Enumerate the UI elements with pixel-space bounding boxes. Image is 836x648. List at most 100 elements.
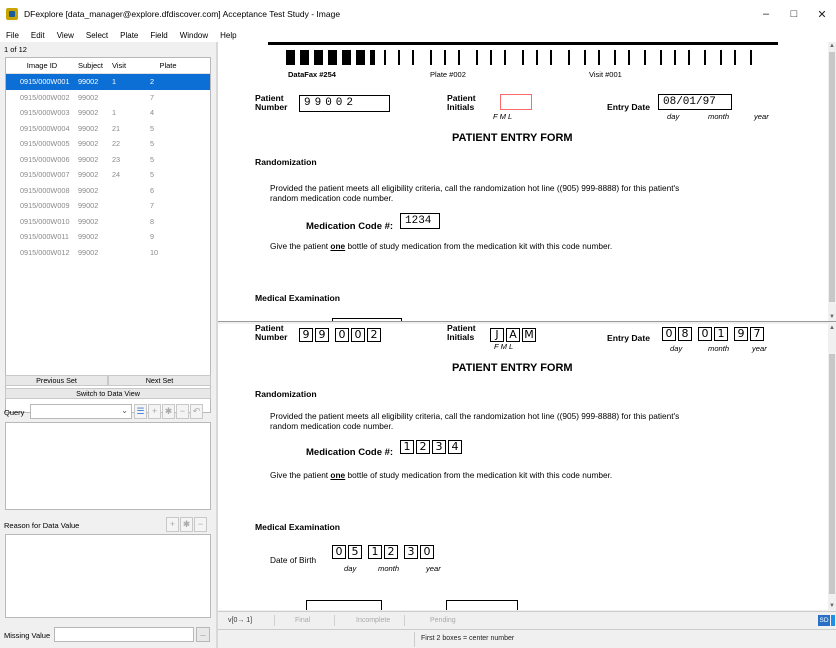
menu-field[interactable]: Field — [144, 31, 173, 40]
menu-select[interactable]: Select — [80, 31, 114, 40]
next-set-button[interactable]: Next Set — [108, 375, 211, 386]
image-list-row[interactable]: 0915/000W002 99002 7 — [6, 90, 210, 106]
dob-label: Date of Birth — [270, 555, 317, 565]
barcode-bar — [674, 50, 676, 65]
image-list[interactable]: Image ID Subject Visit Plate 0915/000W00… — [5, 57, 211, 413]
give-text-post: bottle of study medication from the medi… — [345, 241, 613, 251]
image-list-row[interactable]: 0915/000W010 99002 8 — [6, 214, 210, 230]
initial-cell: M — [522, 328, 536, 342]
query-toolbar: ☰ + ✱ − ↶ — [134, 404, 203, 419]
sd-chip[interactable]: SD — [818, 615, 830, 626]
image-list-row[interactable]: 0915/000W005 99002 22 5 — [6, 136, 210, 152]
plate-cell: 10 — [150, 247, 159, 257]
query-text-area[interactable] — [5, 422, 211, 510]
dob-field: 0 5 1 2 3 0 — [332, 545, 436, 559]
image-id-cell: 0915/000W011 — [20, 232, 69, 242]
field-range-indicator: v[0→ 1] — [228, 617, 253, 624]
switch-to-data-view-button[interactable]: Switch to Data View — [5, 388, 211, 399]
edit-query-icon[interactable]: ✱ — [162, 404, 175, 419]
subject-cell: 99002 — [78, 247, 99, 257]
status-pending-button[interactable]: Pending — [430, 617, 456, 624]
barcode-bar — [398, 50, 400, 65]
add-reason-icon[interactable]: + — [166, 517, 179, 532]
code-cell: 3 — [432, 440, 446, 454]
scroll-up-icon[interactable]: ▲ — [828, 42, 836, 50]
image-list-row[interactable]: 0915/000W007 99002 24 5 — [6, 167, 210, 183]
image-list-row[interactable]: 0915/000W003 99002 1 4 — [6, 105, 210, 121]
patient-number-field[interactable]: 99002 — [299, 95, 390, 112]
barcode-bar — [550, 50, 552, 65]
barcode-bar — [430, 50, 432, 65]
column-subject[interactable]: Subject — [78, 61, 112, 70]
scroll-down-icon[interactable]: ▼ — [828, 313, 836, 321]
column-image-id[interactable]: Image ID — [6, 61, 78, 70]
close-button[interactable]: ✕ — [808, 0, 836, 28]
image-list-row[interactable]: 0915/000W009 99002 7 — [6, 198, 210, 214]
barcode-bar — [342, 50, 351, 65]
missing-value-input[interactable] — [54, 627, 194, 642]
give-text-one: one — [330, 241, 346, 251]
reason-text-area[interactable] — [5, 534, 211, 618]
dob-cell: 5 — [348, 545, 362, 559]
top-pane-scrollbar[interactable]: ▲ ▼ — [828, 42, 836, 321]
entry-date-field[interactable]: 08/01/97 — [658, 94, 732, 110]
medication-code-field[interactable]: 1234 — [400, 213, 440, 229]
image-list-row[interactable]: 0915/000W011 99002 9 — [6, 229, 210, 245]
status-divider — [334, 615, 335, 626]
scroll-thumb[interactable] — [829, 354, 835, 594]
initials-hint: F M L — [493, 112, 513, 121]
maximize-button[interactable]: □ — [780, 0, 808, 28]
column-visit[interactable]: Visit — [112, 61, 138, 70]
visit-cell: 21 — [112, 123, 121, 133]
barcode-bar — [598, 50, 600, 65]
status-final-button[interactable]: Final — [295, 617, 310, 624]
visit-cell: 1 — [112, 77, 117, 87]
visit-cell: 1 — [112, 108, 117, 118]
add-query-icon[interactable]: + — [148, 404, 161, 419]
scroll-down-icon[interactable]: ▼ — [828, 602, 836, 610]
plate-cell: 5 — [150, 154, 155, 164]
date-cell: 8 — [678, 327, 692, 341]
image-list-row[interactable]: 0915/000W001 99002 1 2 — [6, 74, 210, 90]
image-list-row[interactable]: 0915/000W012 99002 10 — [6, 245, 210, 261]
digit-cell: 9 — [315, 328, 329, 342]
initial-cell: A — [506, 328, 520, 342]
remove-query-icon[interactable]: − — [176, 404, 189, 419]
subject-cell: 99002 — [78, 216, 99, 226]
patient-initials-field[interactable] — [500, 94, 532, 110]
scroll-thumb[interactable] — [829, 52, 835, 302]
menu-plate[interactable]: Plate — [114, 31, 144, 40]
column-plate[interactable]: Plate — [138, 61, 198, 70]
edit-reason-icon[interactable]: ✱ — [180, 517, 193, 532]
missing-value-picker-button[interactable]: ... — [196, 627, 210, 642]
scroll-up-icon[interactable]: ▲ — [828, 324, 836, 332]
menu-edit[interactable]: Edit — [25, 31, 51, 40]
reason-label: Reason for Data Value — [4, 521, 80, 530]
remove-reason-icon[interactable]: − — [194, 517, 207, 532]
previous-set-button[interactable]: Previous Set — [5, 375, 108, 386]
status-incomplete-button[interactable]: Incomplete — [356, 617, 390, 624]
status-divider — [274, 615, 275, 626]
image-list-row[interactable]: 0915/000W008 99002 6 — [6, 183, 210, 199]
menu-bar: File Edit View Select Plate Field Window… — [0, 28, 836, 42]
menu-view[interactable]: View — [51, 31, 80, 40]
record-count: 1 of 12 — [4, 45, 27, 54]
menu-file[interactable]: File — [0, 31, 25, 40]
image-list-row[interactable]: 0915/000W004 99002 21 5 — [6, 121, 210, 137]
digit-cell: 9 — [299, 328, 313, 342]
dob-cell: 0 — [332, 545, 346, 559]
image-list-header: Image ID Subject Visit Plate — [6, 58, 210, 74]
menu-window[interactable]: Window — [174, 31, 214, 40]
reply-query-icon[interactable]: ↶ — [190, 404, 203, 419]
bottom-pane-scrollbar[interactable]: ▲ ▼ — [828, 324, 836, 610]
menu-help[interactable]: Help — [214, 31, 242, 40]
minimize-button[interactable]: – — [752, 0, 780, 28]
form-template-pane: DataFax #254 Plate #002 Visit #001 Patie… — [218, 42, 836, 322]
image-id-cell: 0915/000W010 — [20, 216, 70, 226]
query-select[interactable]: ⌄ — [30, 404, 132, 419]
query-list-icon[interactable]: ☰ — [134, 404, 147, 419]
chevron-down-icon: ⌄ — [121, 406, 128, 415]
randomization-text-line-1: Provided the patient meets all eligibili… — [270, 183, 680, 193]
dob-cell: 0 — [420, 545, 434, 559]
image-list-row[interactable]: 0915/000W006 99002 23 5 — [6, 152, 210, 168]
